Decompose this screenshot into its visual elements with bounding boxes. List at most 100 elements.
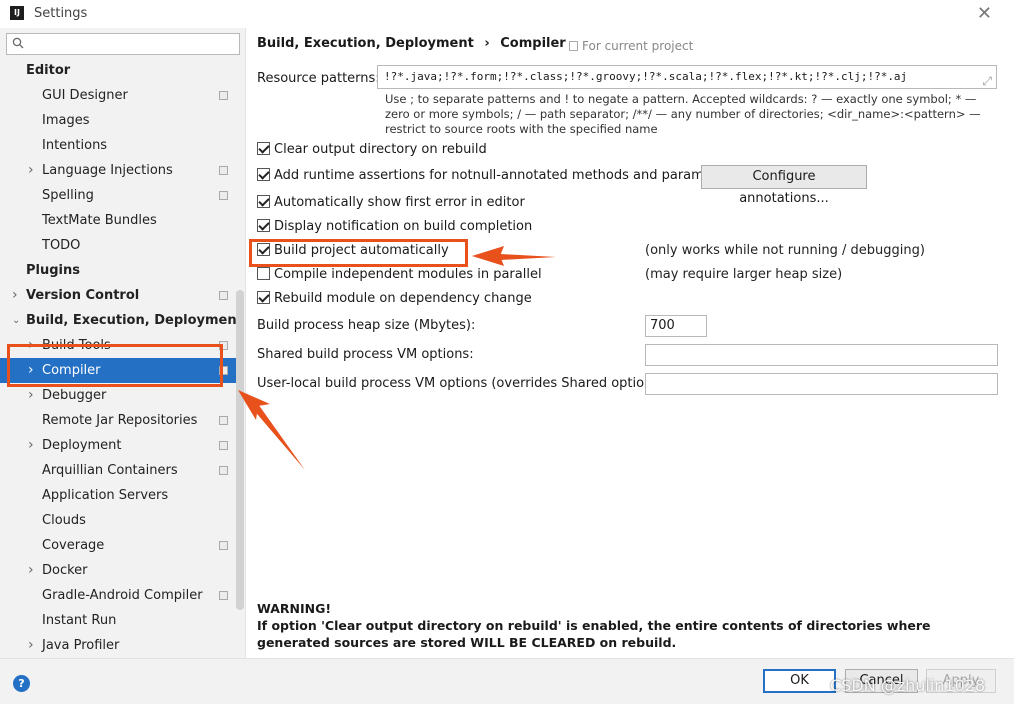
user-vm-input[interactable] [645,373,998,395]
sidebar-item-clouds[interactable]: Clouds [0,508,236,533]
ok-button[interactable]: OK [763,669,836,693]
window-title: Settings [34,6,88,21]
sidebar-item-build-execution-deployment[interactable]: ⌄ Build, Execution, Deployment [0,308,243,333]
shared-vm-label: Shared build process VM options: [257,347,474,362]
settings-sidebar: Editor GUI Designer Images Intentions › Langu… [0,28,246,658]
checkbox-label: Rebuild module on dependency change [274,291,532,306]
breadcrumb: Build, Execution, Deployment › Compiler [257,36,572,51]
sidebar-item-plugins[interactable]: Plugins [0,258,236,283]
compiler-settings-panel: Build, Execution, Deployment › Compiler … [247,28,1014,658]
project-scope-icon [569,41,578,51]
checkbox-label: Display notification on build completion [274,219,533,234]
sidebar-item-gradle-android-compiler[interactable]: Gradle-Android Compiler [0,583,236,608]
sidebar-item-label: Docker [42,563,88,578]
resource-patterns-hint: Use ; to separate patterns and ! to nega… [385,92,981,136]
sidebar-item-instant-run[interactable]: Instant Run [0,608,236,633]
runtime-assertions-checkbox[interactable]: Add runtime assertions for notnull-annot… [257,166,737,186]
sidebar-item-remote-jar-repositories[interactable]: Remote Jar Repositories [0,408,236,433]
project-scope-icon [219,416,228,425]
for-current-project: For current project [569,39,693,53]
configure-annotations-button[interactable]: Configure annotations... [701,165,867,206]
expand-icon[interactable]: ⤢ [982,70,992,88]
clear-output-checkbox[interactable]: Clear output directory on rebuild [257,140,487,160]
checkbox-box[interactable] [257,168,270,181]
sidebar-item-label: Editor [26,63,71,78]
resource-patterns-value: !?*.java;!?*.form;!?*.class;!?*.groovy;!… [384,70,908,83]
sidebar-item-gui-designer[interactable]: GUI Designer [0,83,236,108]
chevron-down-icon[interactable]: ⌄ [12,308,22,326]
sidebar-item-label: Gradle-Android Compiler [42,588,203,603]
rebuild-warning: WARNING! If option 'Clear output directo… [257,600,1002,651]
checkbox-box[interactable] [257,267,270,280]
sidebar-item-label: Instant Run [42,613,117,628]
chevron-right-icon[interactable]: › [28,158,38,178]
sidebar-item-label: Build, Execution, Deployment [26,313,243,328]
project-scope-icon [219,466,228,475]
resource-patterns-label: Resource patterns: [257,71,380,86]
sidebar-item-spelling[interactable]: Spelling [0,183,236,208]
sidebar-item-intentions[interactable]: Intentions [0,133,236,158]
intellij-app-icon: IJ [10,6,24,20]
checkbox-box[interactable] [257,195,270,208]
parallel-compile-note: (may require larger heap size) [645,267,843,282]
chevron-right-icon[interactable]: › [28,633,38,653]
breadcrumb-build: Build, Execution, Deployment [257,36,474,51]
shared-vm-input[interactable] [645,344,998,366]
sidebar-item-label: Clouds [42,513,86,528]
sidebar-item-label: Language Injections [42,163,173,178]
chevron-right-icon[interactable]: › [12,283,22,303]
resource-patterns-input[interactable]: !?*.java;!?*.form;!?*.class;!?*.groovy;!… [377,65,997,89]
sidebar-item-version-control[interactable]: › Version Control [0,283,236,308]
sidebar-item-deployment[interactable]: › Deployment [0,433,236,458]
close-icon[interactable]: ✕ [977,3,992,24]
sidebar-item-language-injections[interactable]: › Language Injections [0,158,236,183]
chevron-right-icon[interactable]: › [28,333,38,353]
checkbox-box[interactable] [257,219,270,232]
project-scope-icon [219,441,228,450]
annotation-box-build-automatically [249,239,468,267]
sidebar-item-label: Remote Jar Repositories [42,413,198,428]
chevron-right-icon[interactable]: › [28,433,38,453]
search-icon [12,37,24,49]
sidebar-item-label: Java Profiler [42,638,120,653]
sidebar-item-coverage[interactable]: Coverage [0,533,236,558]
checkbox-label: Compile independent modules in parallel [274,267,542,282]
warning-text: If option 'Clear output directory on reb… [257,618,931,650]
checkbox-label: Clear output directory on rebuild [274,142,487,157]
sidebar-item-todo[interactable]: TODO [0,233,236,258]
sidebar-item-arquillian-containers[interactable]: Arquillian Containers [0,458,236,483]
project-scope-icon [219,591,228,600]
annotation-box-compiler [7,344,223,387]
sidebar-item-application-servers[interactable]: Application Servers [0,483,236,508]
sidebar-item-textmate-bundles[interactable]: TextMate Bundles [0,208,236,233]
sidebar-item-images[interactable]: Images [0,108,236,133]
checkbox-box[interactable] [257,291,270,304]
breadcrumb-separator: › [484,36,490,51]
rebuild-dependency-checkbox[interactable]: Rebuild module on dependency change [257,289,532,309]
user-vm-label: User-local build process VM options (ove… [257,376,669,391]
help-icon[interactable]: ? [13,675,30,692]
sidebar-item-label: Application Servers [42,488,169,503]
chevron-right-icon[interactable]: › [28,558,38,578]
show-first-error-checkbox[interactable]: Automatically show first error in editor [257,193,525,213]
sidebar-item-label: Spelling [42,188,94,203]
sidebar-scrollbar[interactable] [236,290,244,610]
checkbox-label: Add runtime assertions for notnull-annot… [274,168,738,183]
heap-size-label: Build process heap size (Mbytes): [257,318,476,333]
sidebar-item-label: Coverage [42,538,105,553]
sidebar-item-label: Intentions [42,138,108,153]
sidebar-item-label: Arquillian Containers [42,463,178,478]
checkbox-box[interactable] [257,142,270,155]
project-scope-icon [219,91,228,100]
heap-size-input[interactable]: 700 [645,315,707,337]
for-current-project-label: For current project [582,39,694,53]
search-input[interactable] [6,33,240,55]
sidebar-item-label: Plugins [26,263,80,278]
build-notification-checkbox[interactable]: Display notification on build completion [257,217,532,237]
title-bar: IJ Settings ✕ [0,0,1014,28]
sidebar-item-editor[interactable]: Editor [0,58,236,83]
checkbox-label: Automatically show first error in editor [274,195,525,210]
parallel-compile-checkbox[interactable]: Compile independent modules in parallel [257,265,542,285]
sidebar-item-java-profiler[interactable]: › Java Profiler [0,633,236,658]
sidebar-item-docker[interactable]: › Docker [0,558,236,583]
